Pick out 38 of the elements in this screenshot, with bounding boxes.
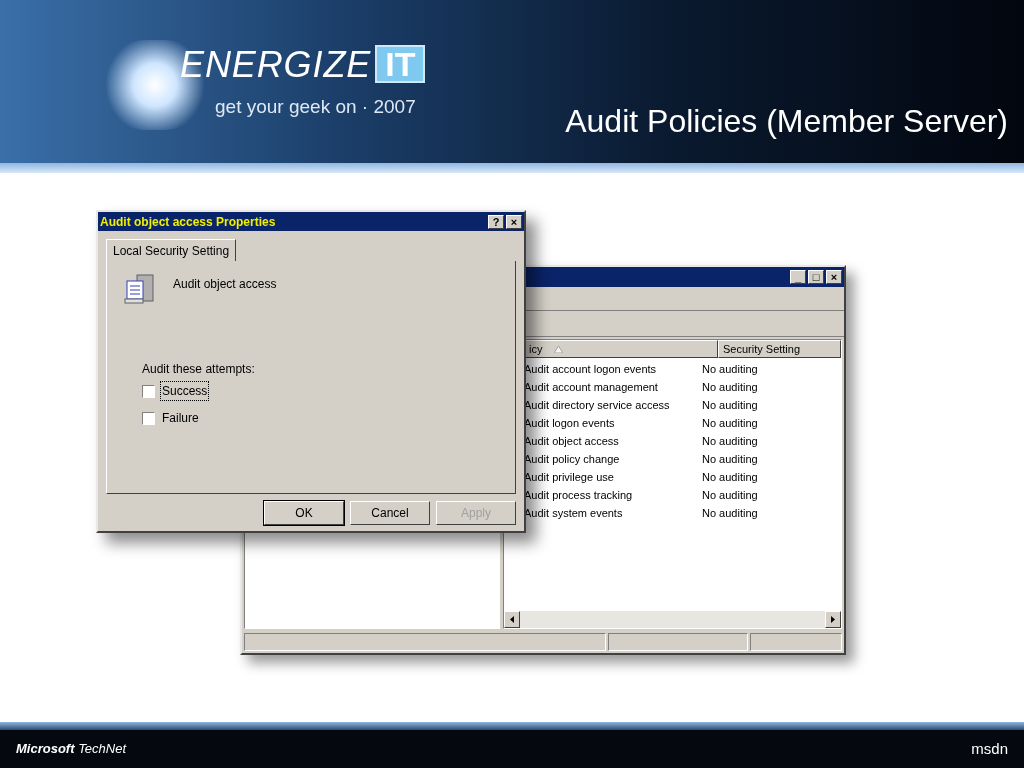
slide-title: Audit Policies (Member Server) bbox=[565, 105, 1008, 137]
policy-setting: No auditing bbox=[702, 433, 758, 449]
left-arrow-icon bbox=[510, 616, 514, 623]
checkbox[interactable] bbox=[142, 411, 155, 425]
sort-arrow-icon bbox=[554, 345, 564, 353]
logo-word: ENERGIZE bbox=[180, 47, 372, 83]
checkbox[interactable] bbox=[142, 384, 155, 398]
dialog-button[interactable]: Cancel bbox=[350, 501, 430, 525]
title-bar-button[interactable]: ? bbox=[488, 214, 504, 229]
policy-setting: No auditing bbox=[702, 469, 758, 485]
column-header[interactable]: Security Setting bbox=[718, 340, 841, 358]
scroll-left-button[interactable] bbox=[504, 611, 520, 628]
policy-setting: No auditing bbox=[702, 487, 758, 503]
dialog-button[interactable]: OK bbox=[264, 501, 344, 525]
policy-setting: No auditing bbox=[702, 415, 758, 431]
horizontal-scrollbar[interactable] bbox=[504, 611, 841, 628]
brand-logo: Microsoft TechNet bbox=[16, 740, 127, 759]
right-arrow-icon bbox=[831, 616, 835, 623]
dialog-title: Audit object access Properties bbox=[100, 213, 276, 231]
policy-setting: No auditing bbox=[702, 451, 758, 467]
scroll-right-button[interactable] bbox=[825, 611, 841, 628]
policy-setting: No auditing bbox=[702, 379, 758, 395]
dialog-tab[interactable]: Local Security Setting bbox=[106, 239, 237, 261]
title-bar-button[interactable]: × bbox=[826, 270, 842, 284]
policy-scroll-icon bbox=[123, 273, 157, 307]
policy-setting: No auditing bbox=[702, 361, 758, 377]
title-bar-button[interactable]: × bbox=[506, 214, 522, 229]
policy-setting: No auditing bbox=[702, 397, 758, 413]
logo-badge: IT bbox=[375, 45, 426, 83]
title-bar-button[interactable]: □ bbox=[808, 270, 824, 284]
title-bar-button[interactable]: _ bbox=[790, 270, 806, 284]
checkbox-label[interactable]: Failure bbox=[161, 409, 200, 427]
policy-title: Audit object access bbox=[173, 276, 277, 293]
tagline: get your geek on · 2007 bbox=[215, 95, 416, 119]
msdn-logo: msdn bbox=[971, 738, 1008, 759]
checkbox-label[interactable]: Success bbox=[161, 382, 209, 400]
policy-setting: No auditing bbox=[702, 505, 758, 521]
group-label: Audit these attempts: bbox=[142, 361, 255, 378]
